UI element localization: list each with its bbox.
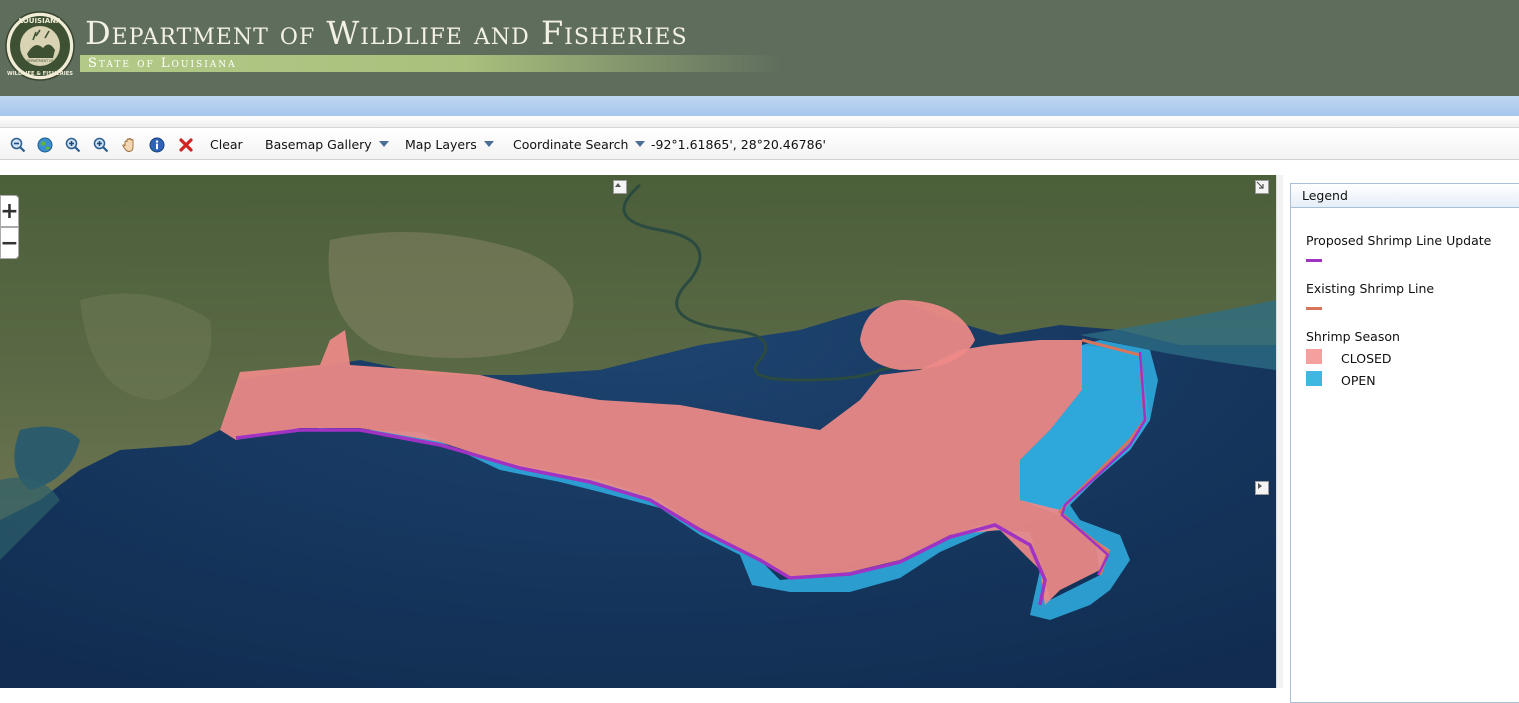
pan-right-button[interactable] (1255, 481, 1269, 495)
x-icon[interactable] (177, 136, 195, 154)
coordinate-readout: -92°1.61865', 28°20.46786' (651, 137, 826, 152)
legend-layer-proposed: Proposed Shrimp Line Update (1306, 233, 1492, 248)
expand-icon (1256, 181, 1264, 189)
legend-layer-existing: Existing Shrimp Line (1306, 281, 1435, 296)
map-toolbar: Clear Basemap Gallery Map Layers Coordin… (0, 129, 1519, 160)
chevron-down-icon (635, 141, 646, 147)
hand-icon[interactable] (120, 136, 138, 154)
page-subtitle: State of Louisiana (88, 56, 237, 71)
legend-title: Legend (1291, 184, 1519, 208)
clear-button[interactable]: Clear (210, 137, 243, 152)
legend-open-label: OPEN (1341, 373, 1376, 388)
ldwf-seal-logo[interactable]: LOUISIANA WILDLIFE & FISHERIES DEPARTMEN… (5, 10, 75, 82)
zoom-in-icon[interactable] (64, 136, 82, 154)
page-title: Department of Wildlife and Fisheries (85, 14, 688, 52)
basemap-gallery-dropdown[interactable]: Basemap Gallery (265, 137, 389, 152)
legend-layer-season: Shrimp Season (1306, 329, 1400, 344)
legend-proposed-line-swatch (1306, 259, 1322, 262)
seal-bottom-text: WILDLIFE & FISHERIES (7, 71, 73, 77)
toolbar-gap (0, 160, 1519, 175)
legend-closed-swatch (1306, 349, 1322, 364)
globe-icon[interactable] (36, 136, 54, 154)
zoom-in-alt-icon[interactable] (92, 136, 110, 154)
zoom-out-button[interactable]: − (0, 227, 19, 259)
toolbar-spacer (0, 116, 1519, 128)
map-layers-label: Map Layers (405, 137, 477, 152)
seal-top-text: LOUISIANA (19, 17, 62, 25)
basemap-gallery-label: Basemap Gallery (265, 137, 372, 152)
chevron-down-icon (483, 141, 494, 147)
banner-strip (0, 96, 1519, 116)
legend-open-swatch (1306, 371, 1322, 386)
panel-splitter[interactable] (1276, 175, 1283, 688)
map-view[interactable]: + − (0, 175, 1276, 688)
legend-panel: Legend Proposed Shrimp Line Update Exist… (1290, 183, 1519, 703)
coordinate-search-dropdown[interactable]: Coordinate Search (513, 137, 646, 152)
map-layers-dropdown[interactable]: Map Layers (405, 137, 494, 152)
zoom-in-button[interactable]: + (0, 195, 19, 227)
pan-up-button[interactable] (613, 180, 627, 194)
chevron-down-icon (378, 141, 389, 147)
chevron-right-icon (1258, 483, 1262, 489)
legend-closed-label: CLOSED (1341, 351, 1392, 366)
chevron-up-icon (615, 183, 621, 187)
coordinate-search-label: Coordinate Search (513, 137, 629, 152)
seal-center-text: DEPARTMENT OF (27, 59, 54, 63)
expand-map-button[interactable] (1255, 180, 1269, 194)
map-canvas[interactable] (0, 175, 1276, 688)
legend-existing-line-swatch (1306, 307, 1322, 310)
info-icon[interactable] (148, 136, 166, 154)
zoom-out-icon[interactable] (9, 136, 27, 154)
site-header: LOUISIANA WILDLIFE & FISHERIES DEPARTMEN… (0, 0, 1519, 96)
